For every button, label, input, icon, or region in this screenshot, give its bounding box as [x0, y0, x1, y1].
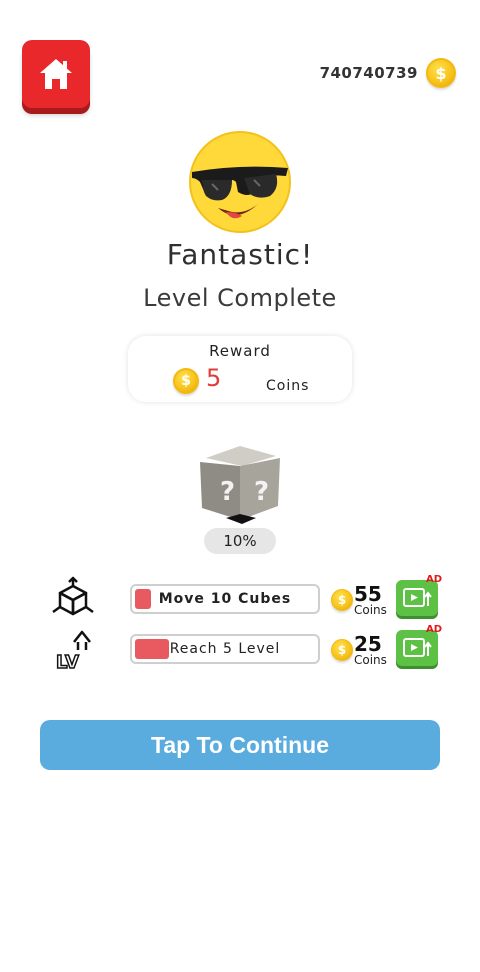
- coin-icon: $: [331, 589, 353, 611]
- reward-value: 5: [206, 364, 222, 392]
- home-icon: [40, 59, 72, 89]
- task-progress-bar: Reach 5 Level: [130, 634, 320, 664]
- ad-tag: AD: [426, 574, 443, 585]
- watch-ad-button[interactable]: [396, 580, 438, 616]
- svg-text:?: ?: [254, 477, 269, 507]
- result-title: Fantastic!: [166, 238, 314, 271]
- home-button[interactable]: [22, 40, 90, 108]
- video-ad-icon: [403, 638, 432, 657]
- task-label: Move 10 Cubes: [158, 591, 292, 607]
- mystery-box-progress: 10%: [204, 528, 276, 554]
- watch-ad-button[interactable]: [396, 630, 438, 666]
- tap-to-continue-button[interactable]: Tap To Continue: [40, 720, 440, 770]
- cool-sunglasses-emoji-icon: [189, 131, 291, 233]
- cube-move-icon: [52, 576, 94, 616]
- task-reward-value: 55: [354, 582, 382, 606]
- task-reward-unit: Coins: [354, 603, 387, 617]
- task-progress-bar: Move 10 Cubes: [130, 584, 320, 614]
- video-ad-icon: [403, 588, 432, 607]
- level-up-icon: LV: [55, 630, 91, 674]
- coin-icon: $: [173, 368, 199, 394]
- task-reward: 25 Coins: [354, 634, 387, 666]
- reward-unit: Coins: [266, 378, 310, 394]
- coin-icon: $: [331, 639, 353, 661]
- coin-icon: $: [426, 58, 456, 88]
- task-reward-unit: Coins: [354, 653, 387, 667]
- svg-text:?: ?: [220, 477, 235, 507]
- ad-tag: AD: [426, 624, 443, 635]
- task-reward: 55 Coins: [354, 584, 387, 616]
- task-reward-value: 25: [354, 632, 382, 656]
- coin-balance-value: 740740739: [319, 64, 418, 82]
- svg-text:LV: LV: [56, 652, 79, 673]
- task-label: Reach 5 Level: [169, 641, 281, 657]
- reward-label: Reward: [209, 342, 271, 360]
- mystery-cube-icon[interactable]: ? ?: [196, 444, 284, 524]
- reward-panel: Reward $ 5 Coins: [128, 336, 352, 402]
- result-subtitle: Level Complete: [143, 284, 337, 312]
- coin-balance: 740740739 $: [320, 58, 456, 88]
